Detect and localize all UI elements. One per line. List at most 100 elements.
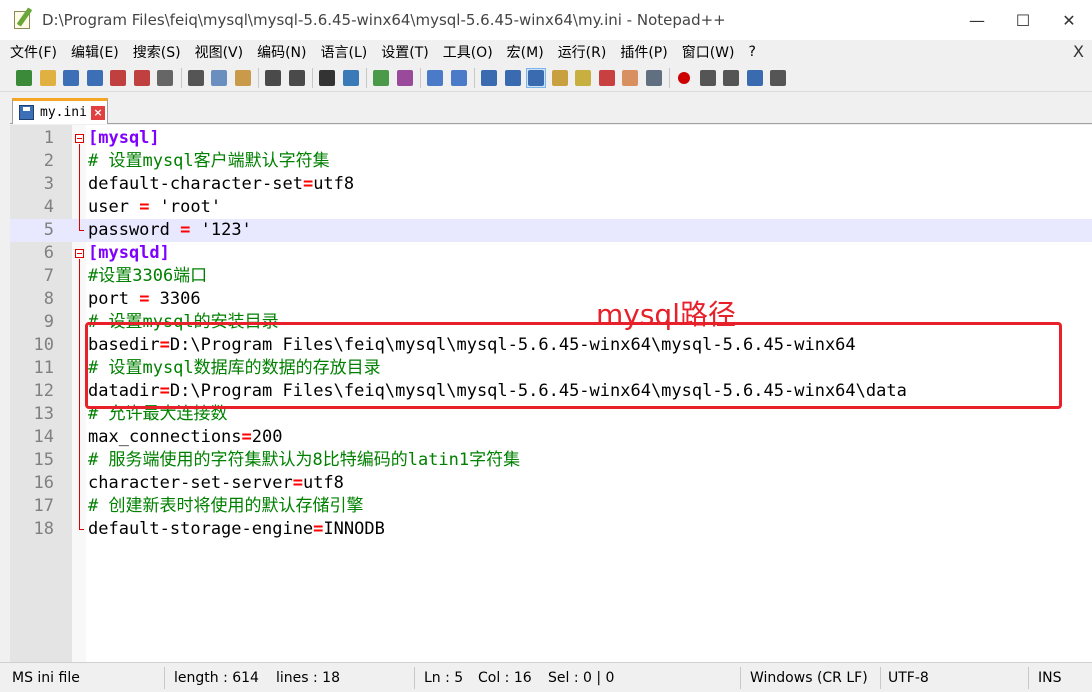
- editor-line[interactable]: 2 # 设置mysql客户端默认字符集: [10, 150, 1092, 173]
- play-macro-button[interactable]: [721, 68, 741, 88]
- zoom-out-button[interactable]: [395, 68, 415, 88]
- fold-line: [79, 259, 80, 529]
- cut-button[interactable]: [186, 68, 206, 88]
- redo-button[interactable]: [287, 68, 307, 88]
- minimize-button[interactable]: —: [954, 0, 1000, 40]
- line-number: 2: [43, 151, 54, 171]
- menu-item-12[interactable]: ?: [749, 44, 756, 60]
- undo-button[interactable]: [263, 68, 283, 88]
- tab-my-ini[interactable]: my.ini ×: [12, 98, 108, 124]
- code-text: character-set-server=utf8: [88, 472, 344, 495]
- paste-button[interactable]: [233, 68, 253, 88]
- toolbar-separator: [366, 67, 367, 88]
- editor-line[interactable]: 4 user = 'root': [10, 196, 1092, 219]
- close-button[interactable]: [108, 68, 128, 88]
- editor-line[interactable]: 15 # 服务端使用的字符集默认为8比特编码的latin1字符集: [10, 449, 1092, 472]
- editor-line[interactable]: 7 #设置3306端口: [10, 265, 1092, 288]
- record-macro-button[interactable]: [674, 68, 694, 88]
- fold-line: [79, 144, 80, 230]
- sync-horizontal-button[interactable]: [449, 68, 469, 88]
- show-all-chars-button[interactable]: [503, 68, 523, 88]
- stop-macro-button[interactable]: [698, 68, 718, 88]
- save-button[interactable]: [61, 68, 81, 88]
- save-macro-button[interactable]: [768, 68, 788, 88]
- token-key: port: [88, 289, 140, 309]
- function-list-icon: [598, 69, 615, 86]
- token-op: =: [180, 220, 191, 240]
- menu-item-6[interactable]: 设置(T): [381, 42, 428, 62]
- code-text: [mysqld]: [88, 242, 170, 265]
- close-document-menu-button[interactable]: X: [1073, 40, 1084, 64]
- menu-item-3[interactable]: 视图(V): [195, 42, 244, 62]
- menu-bar: 文件(F) 编辑(E) 搜索(S) 视图(V) 编码(N) 语言(L) 设置(T) 工具(O)…: [0, 40, 1092, 64]
- line-number: 18: [33, 519, 54, 539]
- close-icon: ✕: [1062, 10, 1076, 30]
- editor-line[interactable]: 14 max_connections=200: [10, 426, 1092, 449]
- editor-line[interactable]: 16 character-set-server=utf8: [10, 472, 1092, 495]
- editor-line[interactable]: 3 default-character-set=utf8: [10, 173, 1092, 196]
- status-col: Col : 16: [478, 670, 532, 686]
- zoom-in-icon: [373, 69, 389, 86]
- folder-as-workspace-button[interactable]: [620, 68, 640, 88]
- close-all-icon: [133, 69, 150, 86]
- token-key: default-character-set: [88, 174, 303, 194]
- word-wrap-button[interactable]: [479, 68, 499, 88]
- menu-item-11[interactable]: 窗口(W): [682, 42, 735, 62]
- editor-line[interactable]: 6 [mysqld]: [10, 242, 1092, 265]
- status-sel: Sel : 0 | 0: [548, 670, 615, 686]
- stop-macro-icon: [699, 69, 716, 86]
- line-number: 10: [33, 335, 54, 355]
- fold-toggle-icon[interactable]: [75, 134, 84, 143]
- zoom-in-button[interactable]: [371, 68, 391, 88]
- save-all-button[interactable]: [85, 68, 105, 88]
- toolbar: [0, 64, 1092, 92]
- menu-item-8[interactable]: 宏(M): [507, 42, 544, 62]
- open-file-button[interactable]: [38, 68, 58, 88]
- user-defined-lang-button[interactable]: [550, 68, 570, 88]
- line-number: 3: [43, 174, 54, 194]
- line-number: 7: [43, 266, 54, 286]
- tab-close-icon[interactable]: ×: [90, 105, 105, 120]
- print-button[interactable]: [155, 68, 175, 88]
- close-window-button[interactable]: ✕: [1046, 0, 1092, 40]
- replace-button[interactable]: [341, 68, 361, 88]
- menu-item-10[interactable]: 插件(P): [620, 42, 667, 62]
- line-number: 12: [33, 381, 54, 401]
- function-list-button[interactable]: [597, 68, 617, 88]
- menu-item-7[interactable]: 工具(O): [443, 42, 493, 62]
- copy-button[interactable]: [209, 68, 229, 88]
- editor-line[interactable]: 18 default-storage-engine=INNODB: [10, 518, 1092, 541]
- menu-item-2[interactable]: 搜索(S): [133, 42, 181, 62]
- editor-line[interactable]: 5 password = '123': [10, 219, 1092, 242]
- code-text: default-storage-engine=INNODB: [88, 518, 385, 541]
- menu-item-1[interactable]: 编辑(E): [71, 42, 119, 62]
- line-number: 1: [43, 128, 54, 148]
- status-eol[interactable]: Windows (CR LF): [750, 663, 868, 692]
- menu-item-0[interactable]: 文件(F): [10, 42, 57, 62]
- title-bar[interactable]: D:\Program Files\feiq\mysql\mysql-5.6.45…: [0, 0, 1092, 40]
- editor-line[interactable]: 8 port = 3306: [10, 288, 1092, 311]
- status-encoding[interactable]: UTF-8: [888, 663, 929, 692]
- sync-vertical-button[interactable]: [425, 68, 445, 88]
- menu-item-9[interactable]: 运行(R): [558, 42, 607, 62]
- find-button[interactable]: [317, 68, 337, 88]
- toolbar-separator: [312, 67, 313, 88]
- run-macro-multiple-button[interactable]: [745, 68, 765, 88]
- editor-line[interactable]: 17 # 创建新表时将使用的默认存储引擎: [10, 495, 1092, 518]
- menu-item-5[interactable]: 语言(L): [321, 42, 368, 62]
- annotation-label: mysql路径: [596, 298, 736, 331]
- token-key: utf8: [302, 473, 344, 493]
- menu-item-4[interactable]: 编码(N): [257, 42, 306, 62]
- close-all-button[interactable]: [132, 68, 152, 88]
- editor-line[interactable]: 1 [mysql]: [10, 127, 1092, 150]
- new-file-button[interactable]: [14, 68, 34, 88]
- redo-icon: [288, 69, 305, 86]
- indent-guide-button[interactable]: [526, 67, 546, 88]
- maximize-button[interactable]: ☐: [1000, 0, 1046, 40]
- toolbar-separator: [180, 67, 182, 88]
- copy-icon: [211, 69, 227, 86]
- monitoring-button[interactable]: [644, 68, 664, 88]
- fold-toggle-icon[interactable]: [75, 249, 84, 258]
- save-all-icon: [86, 69, 103, 86]
- doc-map-button[interactable]: [573, 68, 593, 88]
